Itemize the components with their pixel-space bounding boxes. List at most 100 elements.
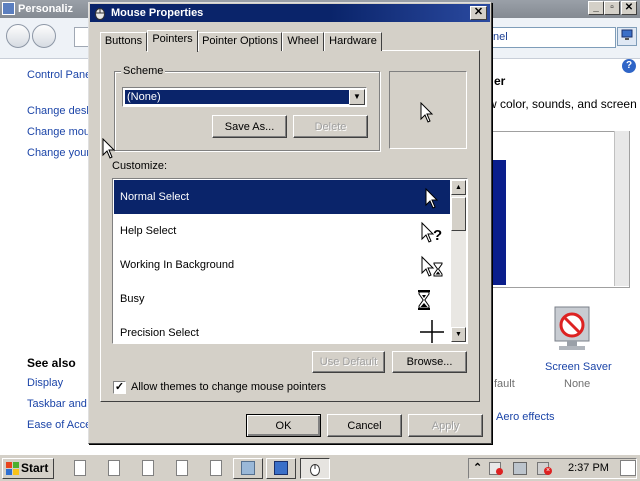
tab-wheel[interactable]: Wheel [282, 32, 324, 51]
save-as-button[interactable]: Save As... [212, 115, 287, 138]
list-item-label: Help Select [120, 225, 177, 237]
quicklaunch-document-icon[interactable] [108, 460, 120, 476]
list-item-help-select[interactable]: Help Select ? [114, 214, 450, 248]
mouse-pointer-icon [102, 138, 116, 159]
hourglass-icon [418, 290, 430, 310]
tab-hardware[interactable]: Hardware [324, 32, 382, 51]
list-item-label: Precision Select [120, 327, 199, 339]
close-button[interactable]: ✕ [621, 1, 637, 15]
screen-saver-icon[interactable] [551, 305, 593, 353]
quicklaunch-document-icon[interactable] [210, 460, 222, 476]
nav-link-change-desktop[interactable]: Change desk [27, 105, 92, 117]
ok-button[interactable]: OK [246, 414, 321, 437]
taskbar: Start ⌃ × 2:37 PM [0, 454, 640, 481]
cursor-list-scrollbar[interactable]: ▲ ▼ [451, 180, 466, 342]
windows-logo-icon [6, 462, 19, 475]
working-cursor-icon [421, 255, 443, 277]
chevron-down-icon[interactable]: ▼ [349, 89, 365, 105]
help-icon[interactable]: ? [622, 59, 636, 73]
background-window-title: Personaliz [18, 3, 74, 15]
apply-button[interactable]: Apply [408, 414, 483, 437]
delete-button[interactable]: Delete [293, 115, 368, 138]
customize-label: Customize: [112, 160, 168, 172]
svg-text:?: ? [433, 227, 442, 244]
nav-link-change-mouse[interactable]: Change mou [27, 126, 90, 138]
mouse-properties-dialog: Mouse Properties ✕ Buttons Pointers Poin… [88, 2, 492, 444]
list-item-working-in-background[interactable]: Working In Background [114, 248, 450, 282]
tab-buttons[interactable]: Buttons [100, 32, 147, 51]
personalization-app-icon [2, 2, 15, 15]
mouse-icon [95, 8, 105, 20]
see-also-link-ease-of-access[interactable]: Ease of Acce [27, 419, 91, 431]
see-also-link-display[interactable]: Display [27, 377, 63, 389]
control-panel-icon [241, 461, 255, 475]
cursor-list[interactable]: Normal Select Help Select ? Working In B… [112, 178, 468, 344]
tab-pointers[interactable]: Pointers [147, 30, 198, 52]
quicklaunch-document-icon[interactable] [74, 460, 86, 476]
scheme-groupbox [114, 71, 380, 151]
start-label: Start [21, 461, 49, 475]
scroll-up-icon[interactable]: ▲ [451, 180, 466, 195]
network-error-badge-icon [496, 468, 503, 475]
screen-saver-value: None [564, 378, 591, 390]
list-item-label: Working In Background [120, 259, 235, 271]
taskbar-app-display[interactable] [266, 458, 296, 479]
nav-link-change-your[interactable]: Change your [27, 147, 90, 159]
search-input-value: nel [493, 31, 508, 43]
minimize-button[interactable]: _ [588, 1, 604, 15]
see-also-link-taskbar[interactable]: Taskbar and [27, 398, 87, 410]
start-button[interactable]: Start [2, 458, 54, 479]
scheme-dropdown[interactable]: (None) ▼ [122, 87, 367, 107]
arrow-cursor-icon [425, 187, 439, 209]
list-item-precision-select[interactable]: Precision Select [114, 316, 450, 343]
list-item-normal-select[interactable]: Normal Select [114, 180, 450, 214]
search-input[interactable]: nel [484, 27, 616, 48]
cancel-button[interactable]: Cancel [327, 414, 402, 437]
back-button[interactable] [6, 24, 30, 48]
dialog-title: Mouse Properties [111, 7, 204, 19]
forward-button[interactable] [32, 24, 56, 48]
theme-preview-scrollbar [614, 131, 629, 286]
list-item-label: Normal Select [120, 191, 190, 203]
taskbar-app-control-panel[interactable] [233, 458, 263, 479]
arrow-cursor-icon [420, 102, 434, 123]
dialog-close-button[interactable]: ✕ [470, 6, 487, 20]
display-icon [274, 461, 288, 475]
quicklaunch-document-icon[interactable] [176, 460, 188, 476]
search-button[interactable] [617, 27, 637, 46]
allow-themes-label: Allow themes to change mouse pointers [131, 381, 327, 393]
restore-button[interactable]: ▫ [604, 1, 620, 15]
screen-saver-link[interactable]: Screen Saver [545, 361, 612, 373]
quicklaunch-document-icon[interactable] [142, 460, 154, 476]
allow-themes-checkbox[interactable]: ✓ [113, 381, 126, 394]
see-also-heading: See also [27, 356, 76, 370]
list-item-label: Busy [120, 293, 145, 305]
monitor-tray-icon[interactable] [513, 462, 527, 475]
page-description-fragment: w color, sounds, and screen [488, 97, 637, 111]
speaker-muted-badge-icon: × [544, 467, 552, 475]
scheme-group-label: Scheme [121, 65, 166, 77]
taskbar-app-mouse-properties[interactable] [300, 458, 330, 479]
taskbar-clock[interactable]: 2:37 PM [568, 462, 609, 474]
aero-effects-link[interactable]: Aero effects [496, 411, 555, 423]
crosshair-icon [420, 320, 444, 343]
cursor-preview-pane [389, 71, 467, 149]
list-item-busy[interactable]: Busy [114, 282, 450, 316]
tab-pointer-options[interactable]: Pointer Options [198, 32, 282, 51]
fragment-default: fault [494, 378, 515, 390]
dialog-titlebar[interactable]: Mouse Properties ✕ [90, 4, 490, 22]
scroll-thumb[interactable] [451, 197, 466, 231]
help-cursor-icon: ? [421, 221, 442, 244]
chevron-up-icon[interactable]: ⌃ [473, 461, 482, 474]
system-tray: ⌃ × [468, 458, 637, 479]
monitor-icon [621, 29, 633, 40]
scheme-selected-value: (None) [125, 90, 350, 104]
scroll-down-icon[interactable]: ▼ [451, 327, 466, 342]
page-heading-fragment: er [494, 74, 506, 88]
mouse-icon [310, 464, 320, 476]
browse-button[interactable]: Browse... [392, 351, 467, 373]
show-desktop-icon[interactable] [620, 460, 636, 476]
nav-link-control-panel[interactable]: Control Pane [27, 69, 91, 81]
theme-preview [485, 131, 630, 288]
use-default-button[interactable]: Use Default [312, 351, 385, 373]
